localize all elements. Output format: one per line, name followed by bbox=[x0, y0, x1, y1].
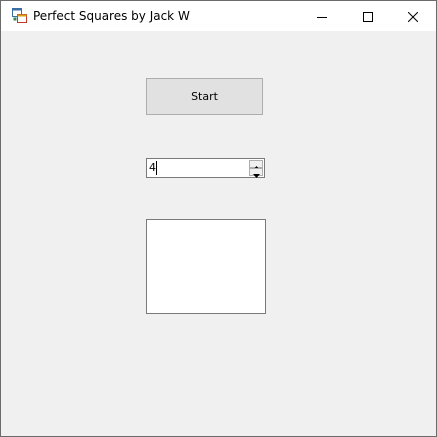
arrow-down-icon bbox=[252, 163, 260, 182]
close-icon bbox=[407, 7, 419, 26]
title-bar[interactable]: Perfect Squares by Jack W bbox=[1, 1, 436, 31]
start-button[interactable]: Start bbox=[146, 78, 263, 115]
window-title: Perfect Squares by Jack W bbox=[33, 9, 190, 23]
close-button[interactable] bbox=[390, 1, 436, 31]
text-caret bbox=[156, 161, 157, 175]
minimize-icon bbox=[317, 7, 327, 26]
number-updown[interactable]: 4 bbox=[146, 158, 265, 178]
minimize-button[interactable] bbox=[299, 1, 345, 31]
number-input[interactable]: 4 bbox=[149, 161, 156, 175]
app-window: Perfect Squares by Jack W Start 4 bbox=[0, 0, 437, 437]
app-icon bbox=[12, 8, 27, 23]
maximize-icon bbox=[363, 7, 373, 26]
spin-down-button[interactable] bbox=[249, 168, 263, 178]
maximize-button[interactable] bbox=[345, 1, 391, 31]
output-textbox[interactable] bbox=[146, 219, 266, 314]
